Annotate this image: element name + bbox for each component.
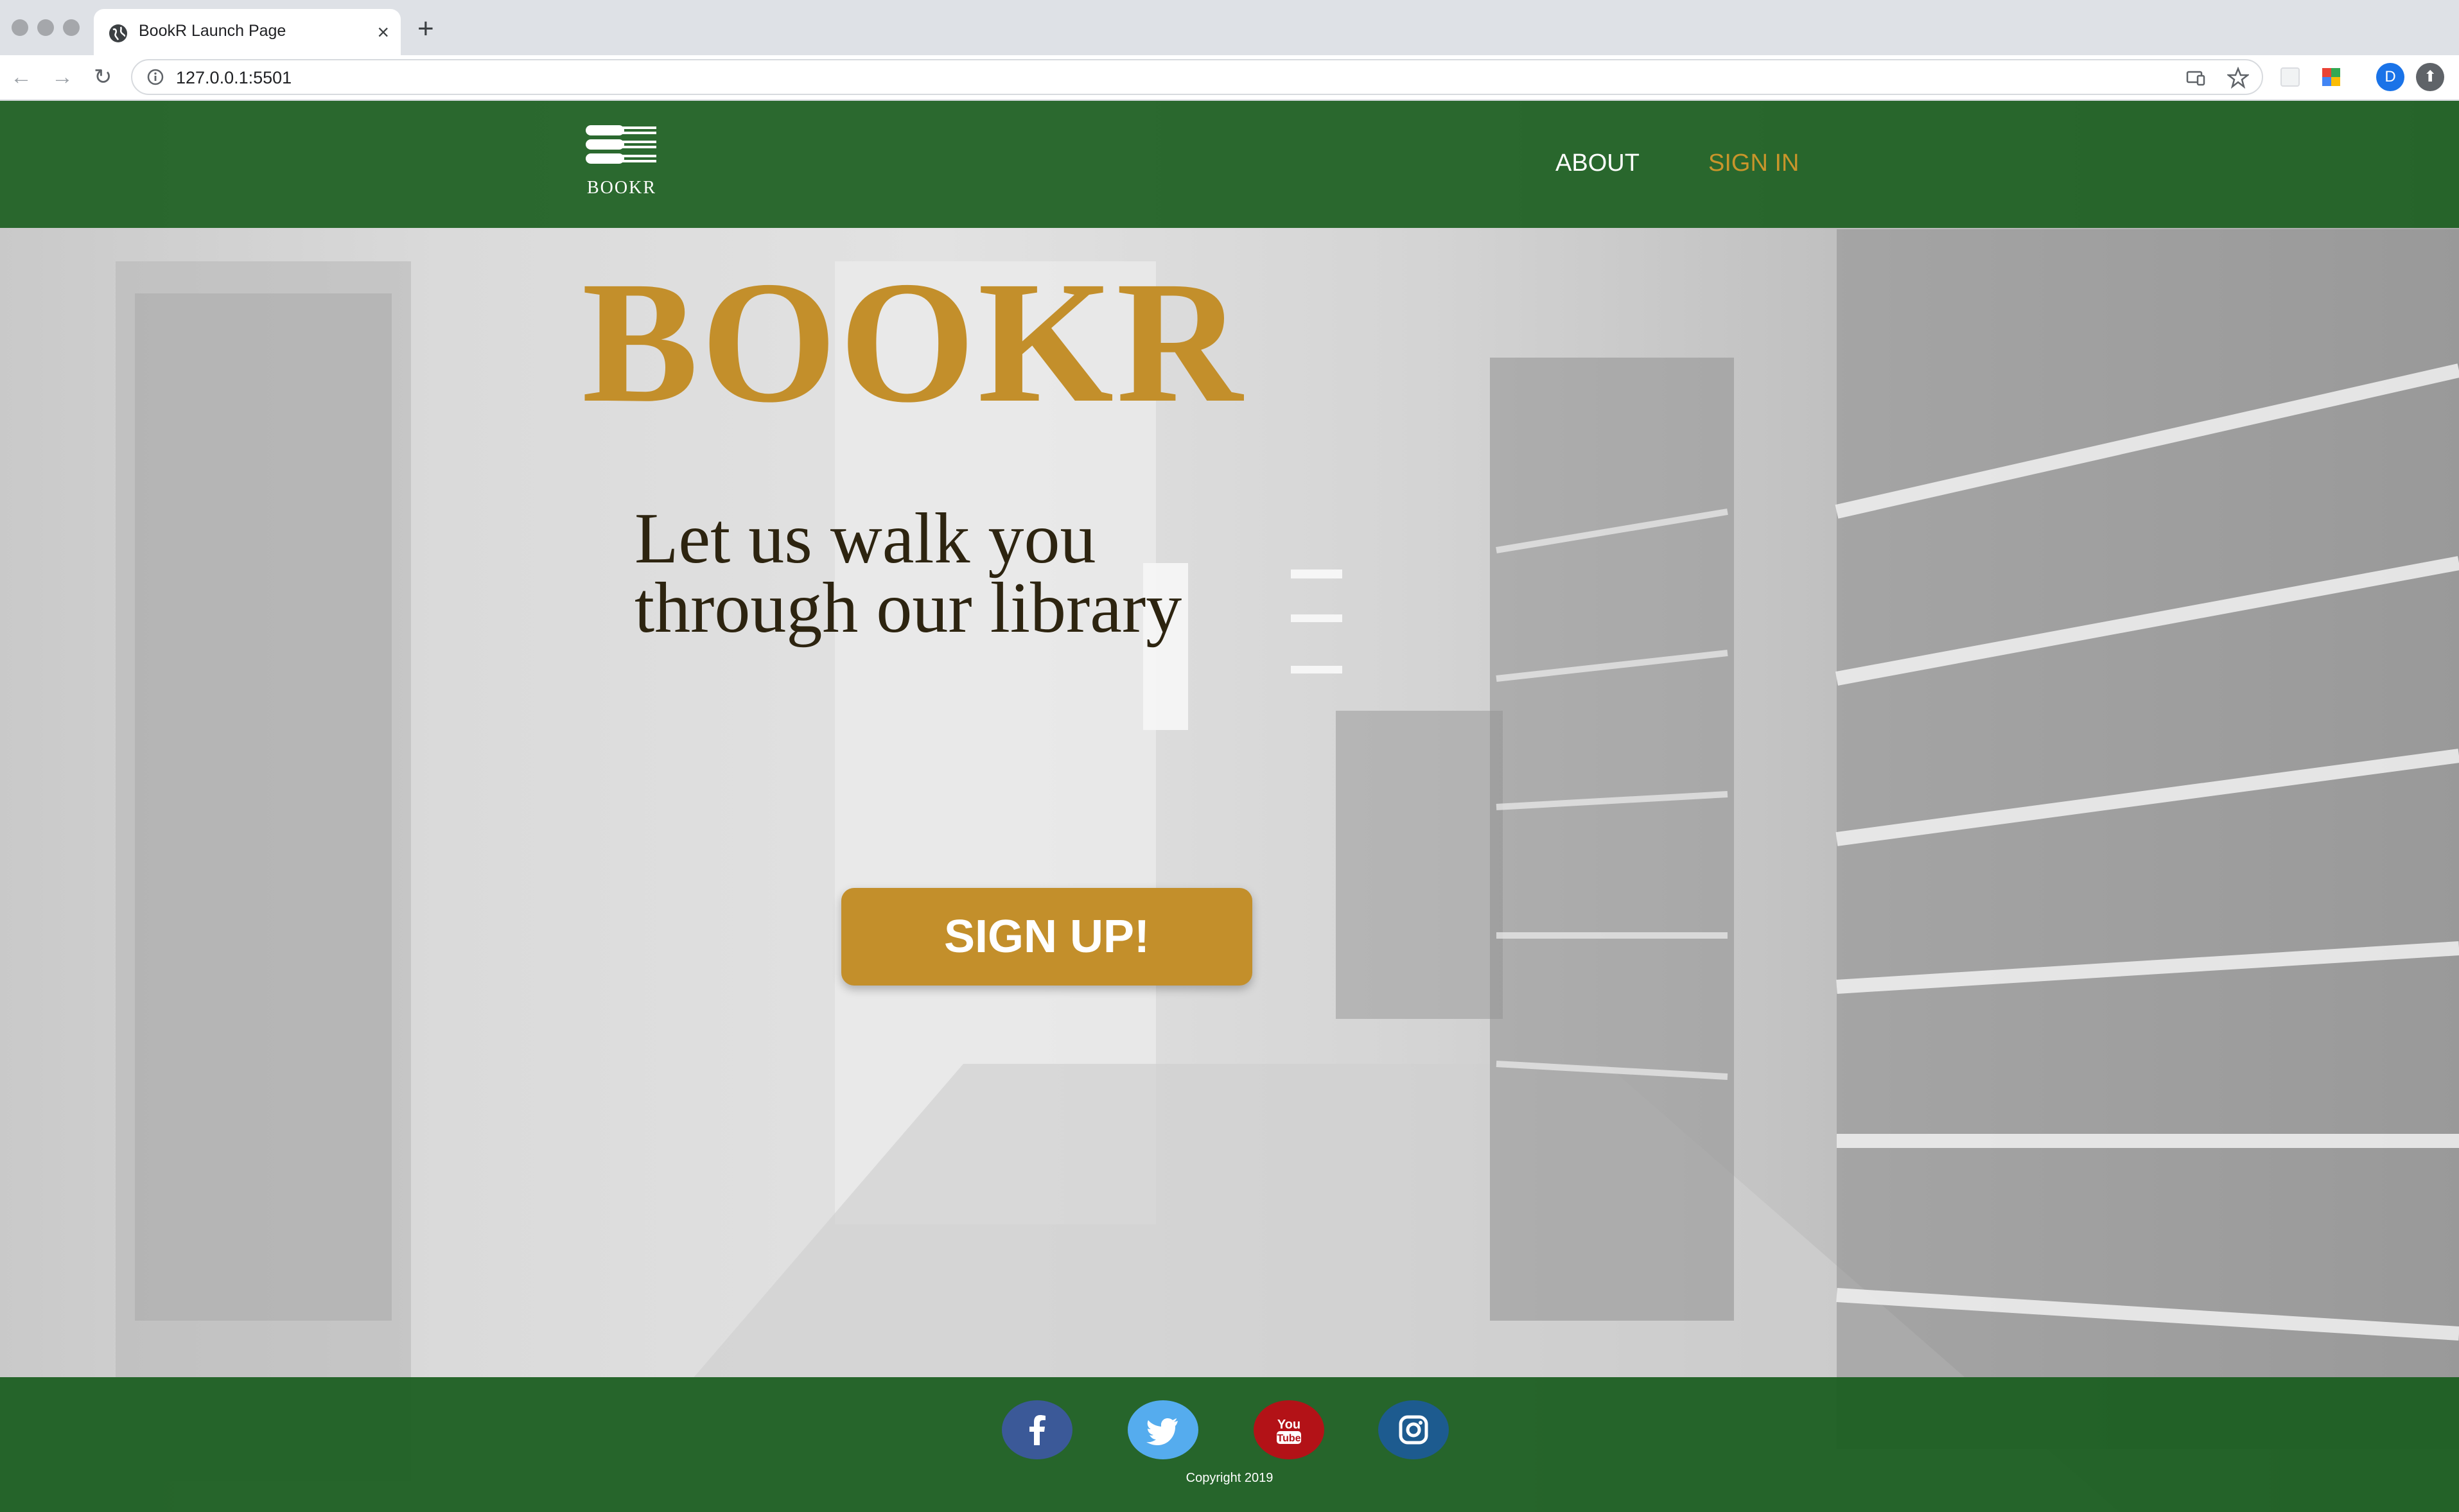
youtube-text-you: You [1277, 1418, 1300, 1432]
browser-toolbar: ← → ↻ 127.0.0.1:5501 D ⬆ [0, 55, 2459, 100]
tab-title: BookR Launch Page [139, 22, 286, 40]
hero-title: BOOKR [582, 245, 1245, 439]
facebook-link[interactable] [1002, 1400, 1072, 1459]
nav-about-link[interactable]: ABOUT [1555, 150, 1640, 177]
back-button[interactable]: ← [10, 64, 32, 90]
browser-tabstrip: BookR Launch Page × + [0, 0, 2459, 55]
tagline-line-2: through our library [634, 568, 1182, 648]
instagram-icon [1378, 1400, 1449, 1459]
facebook-icon [1002, 1400, 1072, 1459]
sign-up-button[interactable]: SIGN UP! [841, 888, 1252, 986]
download-icon[interactable]: ⬆ [2416, 63, 2444, 91]
book-stack-icon [586, 125, 656, 164]
site-footer: You Tube Copyright 2019 [0, 1377, 2459, 1512]
close-window-button[interactable] [12, 19, 28, 36]
site-header: BOOKR ABOUT SIGN IN [0, 101, 2459, 228]
hero-tagline: Let us walk you through our library [634, 499, 1182, 648]
cast-icon[interactable] [2185, 67, 2207, 89]
forward-button[interactable]: → [51, 64, 73, 90]
youtube-text-tube: Tube [1277, 1433, 1300, 1444]
reload-button[interactable]: ↻ [94, 64, 112, 90]
info-icon[interactable] [146, 68, 164, 86]
youtube-link[interactable]: You Tube [1254, 1400, 1324, 1459]
extension-icon[interactable] [2277, 64, 2303, 90]
instagram-link[interactable] [1378, 1400, 1449, 1459]
profile-avatar[interactable]: D [2376, 63, 2404, 91]
bookr-logo[interactable]: BOOKR [584, 123, 659, 200]
url-text: 127.0.0.1:5501 [176, 68, 292, 87]
bookmark-star-icon[interactable] [2227, 67, 2249, 89]
copyright-text: Copyright 2019 [1186, 1471, 1273, 1485]
nav-sign-in-link[interactable]: SIGN IN [1708, 150, 1799, 177]
browser-tab[interactable]: BookR Launch Page × [94, 9, 401, 55]
color-extension-icon[interactable] [2318, 64, 2344, 90]
tagline-line-1: Let us walk you [634, 499, 1096, 578]
tab-close-button[interactable]: × [377, 19, 389, 45]
minimize-window-button[interactable] [37, 19, 54, 36]
page-viewport: BOOKR ABOUT SIGN IN BOOKR Let us walk yo… [0, 101, 2459, 1512]
maximize-window-button[interactable] [63, 19, 80, 36]
new-tab-button[interactable]: + [417, 13, 434, 45]
address-bar[interactable]: 127.0.0.1:5501 [131, 59, 2263, 95]
twitter-link[interactable] [1128, 1400, 1198, 1459]
twitter-icon [1128, 1400, 1198, 1459]
globe-icon [109, 24, 127, 42]
logo-text: BOOKR [586, 178, 656, 198]
youtube-icon: You Tube [1254, 1400, 1324, 1459]
